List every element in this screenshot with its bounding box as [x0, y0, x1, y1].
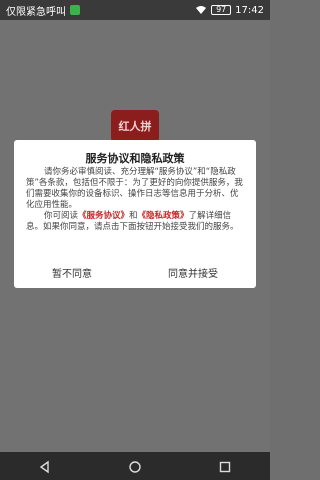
carrier-text: 仅限紧急呼叫 — [6, 6, 66, 18]
privacy-policy-link[interactable]: 《隐私政策》 — [138, 211, 189, 221]
status-bar: 仅限紧急呼叫 97 17:42 — [0, 0, 270, 20]
body-mid-text: 和 — [129, 211, 138, 221]
privacy-dialog: 服务协议和隐私政策 请你务必审慎阅读、充分理解“服务协议”和“隐私政策”各条款，… — [14, 140, 256, 288]
clock: 17:42 — [235, 4, 264, 16]
dialog-body-paragraph-1: 请你务必审慎阅读、充分理解“服务协议”和“隐私政策”各条款，包括但不限于：为了更… — [26, 167, 243, 210]
dialog-title: 服务协议和隐私政策 — [85, 152, 185, 165]
dialog-body: 请你务必审慎阅读、充分理解“服务协议”和“隐私政策”各条款，包括但不限于：为了更… — [26, 167, 244, 233]
battery-icon: 97 — [211, 5, 232, 15]
dialog-buttons: 暂不同意 同意并接受 — [14, 260, 256, 284]
service-agreement-link[interactable]: 《服务协议》 — [78, 211, 129, 221]
battery-level: 97 — [216, 5, 227, 14]
back-icon[interactable] — [38, 459, 52, 474]
disagree-button[interactable]: 暂不同意 — [44, 261, 100, 284]
body-pre-text: 你可阅读 — [44, 211, 79, 221]
wifi-icon — [195, 5, 207, 15]
navigation-bar — [0, 452, 270, 480]
home-icon[interactable] — [128, 459, 142, 473]
dialog-body-paragraph-2: 你可阅读《服务协议》和《隐私政策》了解详细信息。如果你同意，请点击下面按钮开始接… — [26, 211, 244, 233]
agree-button[interactable]: 同意并接受 — [160, 261, 226, 284]
wechat-notification-icon — [70, 5, 80, 15]
app-logo: 红人拼 — [111, 110, 159, 142]
recents-icon[interactable] — [218, 459, 232, 473]
